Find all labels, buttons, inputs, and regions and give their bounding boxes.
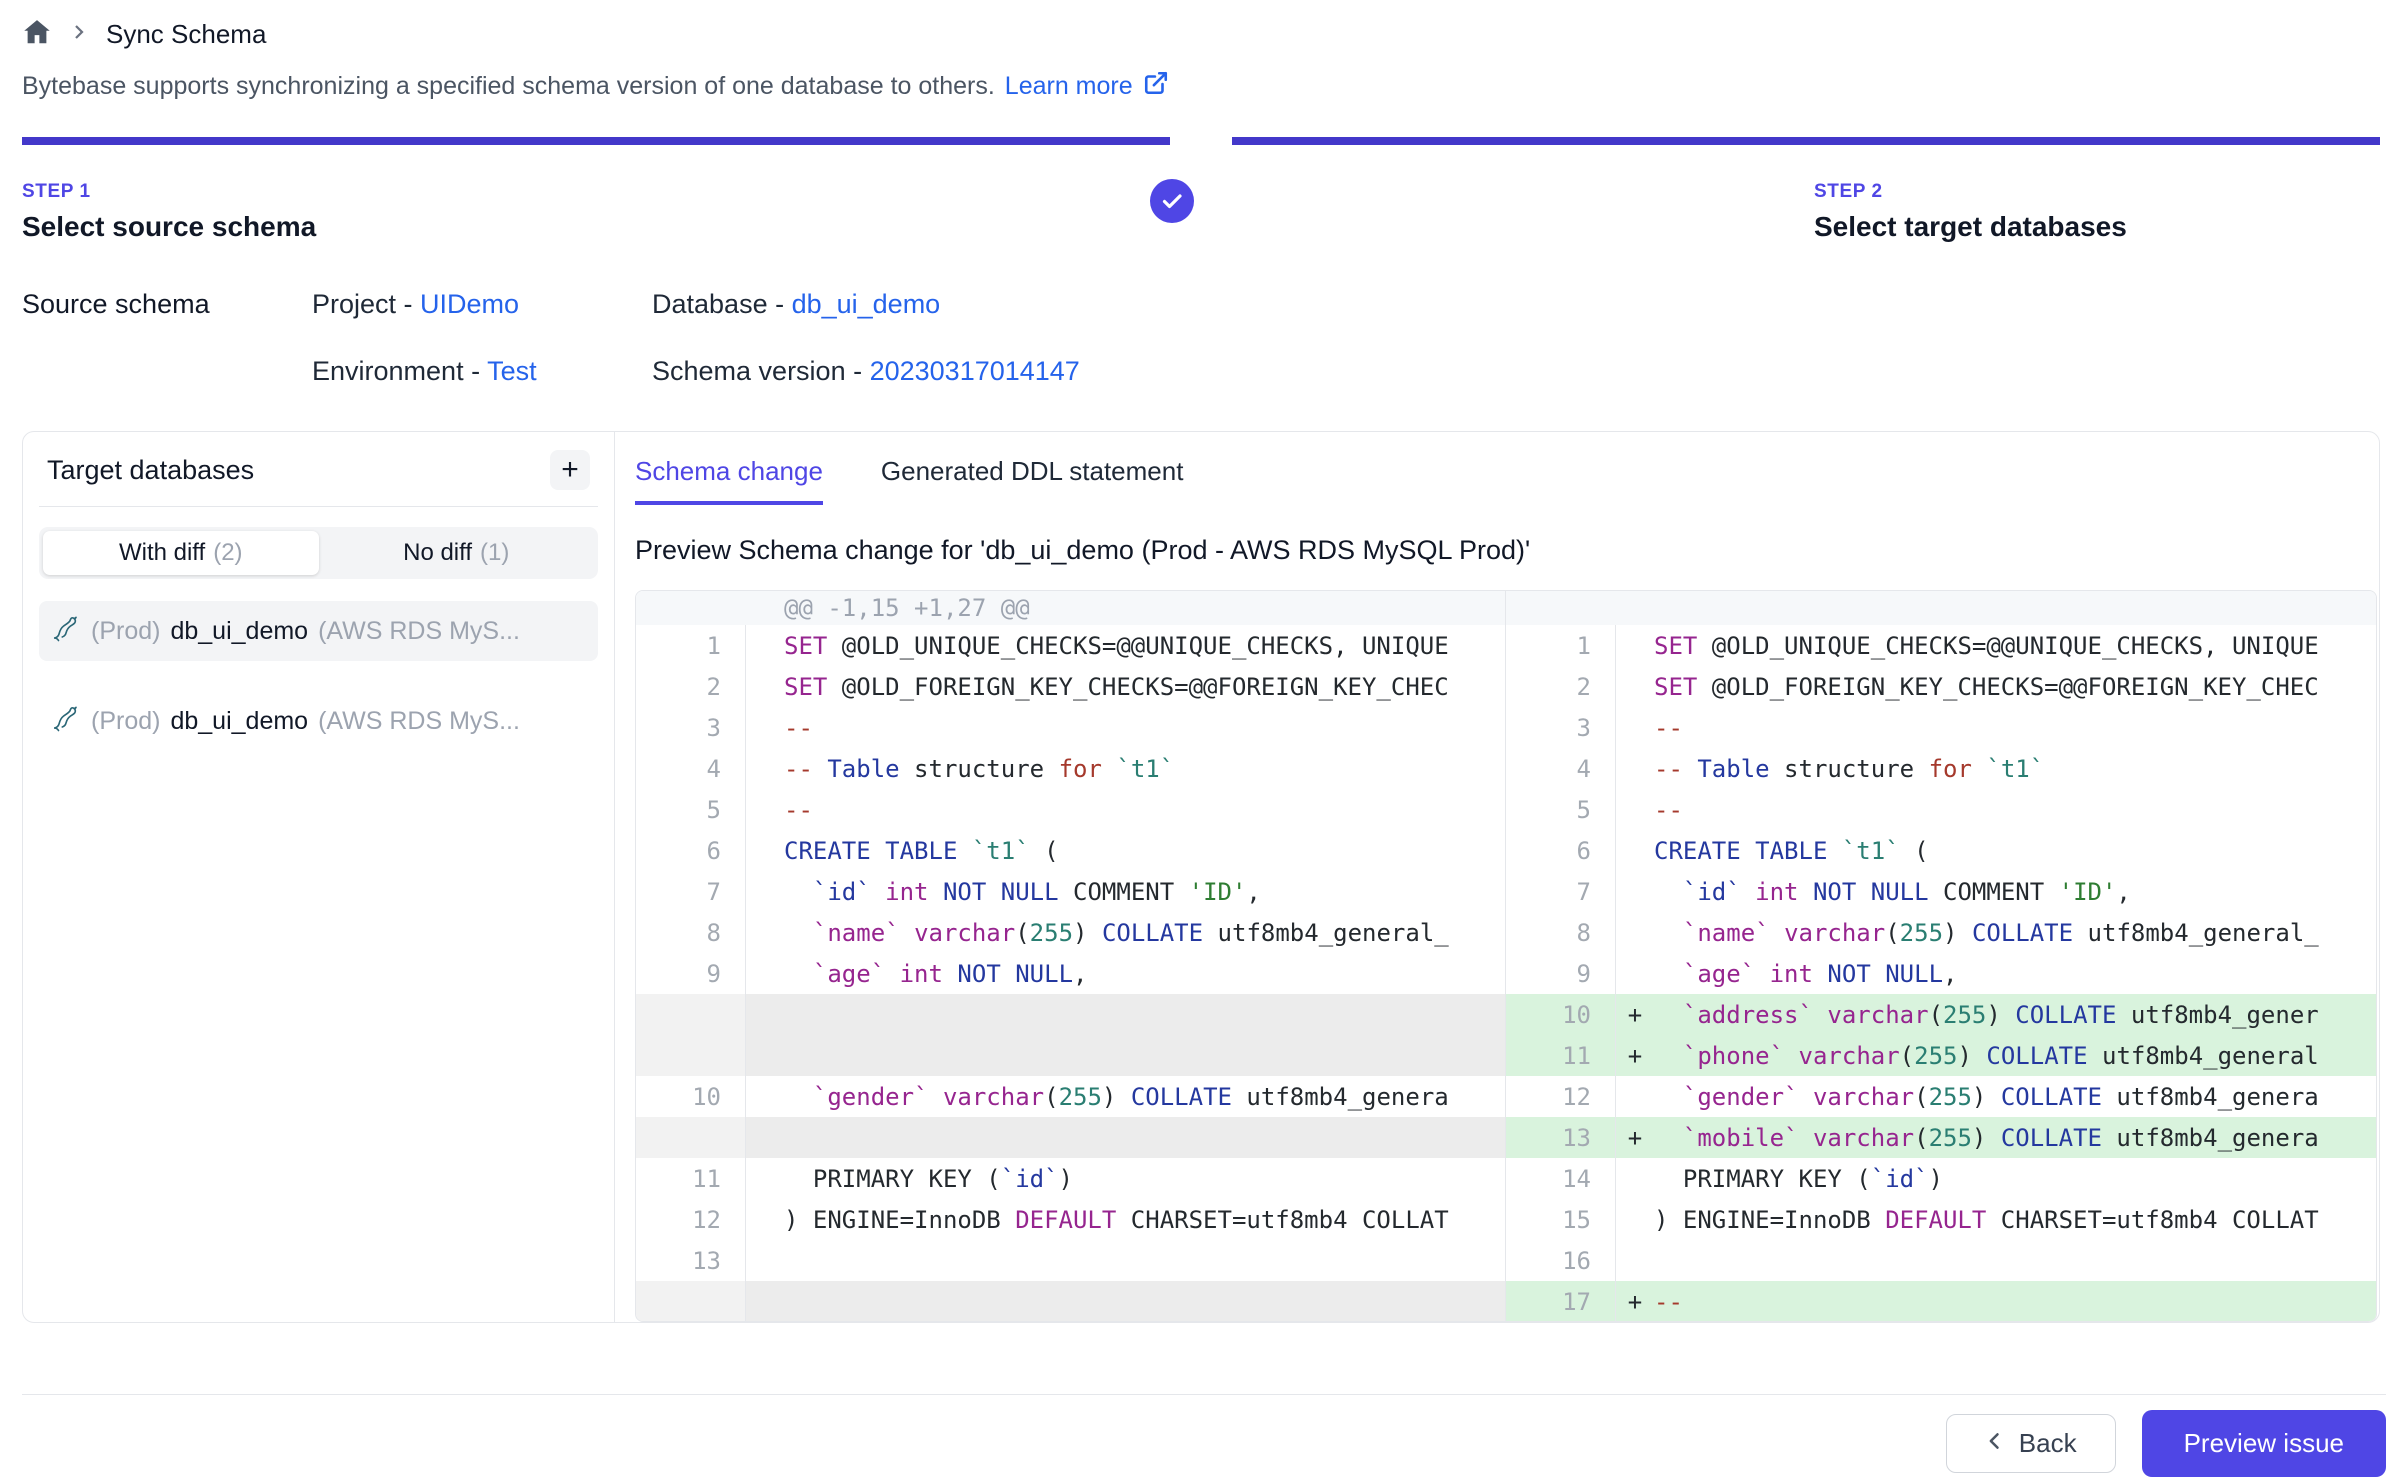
db-environment: (Prod) [91,707,160,736]
diff-row: 7 `id` int NOT NULL COMMENT 'ID', [1506,871,2376,912]
step-1: STEP 1 Select source schema [22,181,588,243]
target-database-list: (Prod) db_ui_demo (AWS RDS MyS... (Prod)… [39,601,598,751]
diff-row: 8 `name` varchar(255) COLLATE utf8mb4_ge… [636,912,1505,953]
target-database-item-2[interactable]: (Prod) db_ui_demo (AWS RDS MyS... [39,691,598,751]
project-link[interactable]: UIDemo [420,289,519,319]
diff-row: 17+-- [1506,1281,2376,1321]
db-name: db_ui_demo [170,617,308,646]
environment-field: Environment - Test [312,356,652,387]
db-instance: (AWS RDS MyS... [318,707,520,736]
diff-row: 4-- Table structure for `t1` [636,748,1505,789]
tab-generated-ddl[interactable]: Generated DDL statement [881,456,1184,505]
chevron-left-icon [1985,1428,2005,1459]
diff-row: 13 [636,1240,1505,1281]
diff-row: 6CREATE TABLE `t1` ( [1506,830,2376,871]
diff-row: 4-- Table structure for `t1` [1506,748,2376,789]
chevron-right-icon [70,23,88,46]
tab-with-diff[interactable]: With diff (2) [43,531,319,575]
diff-row: 2SET @OLD_FOREIGN_KEY_CHECKS=@@FOREIGN_K… [1506,666,2376,707]
diff-pane-target[interactable]: 1SET @OLD_UNIQUE_CHECKS=@@UNIQUE_CHECKS,… [1506,591,2376,1321]
diff-row: 16 [1506,1240,2376,1281]
target-databases-title: Target databases [47,455,254,486]
main-card: Target databases + With diff (2) No diff… [22,431,2380,1323]
breadcrumb: Sync Schema [22,14,2390,54]
steps-row: STEP 1 Select source schema STEP 2 Selec… [22,181,2380,243]
diff-pane-source[interactable]: @@ -1,15 +1,27 @@1SET @OLD_UNIQUE_CHECKS… [636,591,1506,1321]
db-environment: (Prod) [91,617,160,646]
diff-row: 14 PRIMARY KEY (`id`) [1506,1158,2376,1199]
db-name: db_ui_demo [170,707,308,736]
schema-diff-viewer: @@ -1,15 +1,27 @@1SET @OLD_UNIQUE_CHECKS… [635,590,2377,1322]
diff-row: 9 `age` int NOT NULL, [636,953,1505,994]
diff-row: 6CREATE TABLE `t1` ( [636,830,1505,871]
learn-more-link[interactable]: Learn more [1005,72,1133,101]
diff-hunk-header: @@ -1,15 +1,27 @@ [636,591,1505,625]
diff-row: 2SET @OLD_FOREIGN_KEY_CHECKS=@@FOREIGN_K… [636,666,1505,707]
preview-section: Schema change Generated DDL statement Pr… [615,432,2379,1322]
diff-row: 10 `gender` varchar(255) COLLATE utf8mb4… [636,1076,1505,1117]
diff-row: 5-- [1506,789,2376,830]
intro-text: Bytebase supports synchronizing a specif… [22,70,2390,103]
home-icon[interactable] [22,17,52,52]
diff-row [636,1117,1505,1158]
intro-description: Bytebase supports synchronizing a specif… [22,72,995,101]
diff-row [636,1281,1505,1321]
diff-row: 11+ `phone` varchar(255) COLLATE utf8mb4… [1506,1035,2376,1076]
preview-title: Preview Schema change for 'db_ui_demo (P… [635,535,2379,566]
diff-row: 13+ `mobile` varchar(255) COLLATE utf8mb… [1506,1117,2376,1158]
diff-row: 15) ENGINE=InnoDB DEFAULT CHARSET=utf8mb… [1506,1199,2376,1240]
environment-link[interactable]: Test [487,356,537,386]
diff-row [636,994,1505,1035]
mysql-icon [51,613,81,650]
page-title: Sync Schema [106,19,266,50]
step-done-check-icon [1150,179,1194,223]
step-1-title: Select source schema [22,211,588,243]
external-link-icon[interactable] [1143,70,1169,103]
diff-row: 1SET @OLD_UNIQUE_CHECKS=@@UNIQUE_CHECKS,… [1506,625,2376,666]
diff-row: 9 `age` int NOT NULL, [1506,953,2376,994]
tab-schema-change[interactable]: Schema change [635,456,823,505]
step-2-label: STEP 2 [1814,181,2380,203]
source-schema-label: Source schema [22,289,312,387]
diff-row: 3-- [1506,707,2376,748]
back-button[interactable]: Back [1946,1414,2116,1473]
preview-issue-button[interactable]: Preview issue [2142,1410,2386,1477]
diff-row: 10+ `address` varchar(255) COLLATE utf8m… [1506,994,2376,1035]
diff-row: 3-- [636,707,1505,748]
database-field: Database - db_ui_demo [652,289,1080,320]
diff-row: 11 PRIMARY KEY (`id`) [636,1158,1505,1199]
diff-filter-tabs: With diff (2) No diff (1) [39,527,598,579]
step-progress-bars [22,137,2380,145]
footer-divider [22,1394,2386,1395]
step-2: STEP 2 Select target databases [588,181,2380,243]
schema-version-field: Schema version - 20230317014147 [652,356,1080,387]
diff-row: 5-- [636,789,1505,830]
step2-progress-bar [1232,137,2380,145]
add-target-database-button[interactable]: + [550,450,590,490]
diff-row: 12 `gender` varchar(255) COLLATE utf8mb4… [1506,1076,2376,1117]
tab-no-diff[interactable]: No diff (1) [319,531,595,575]
schema-version-link[interactable]: 20230317014147 [870,356,1080,386]
diff-row: 12) ENGINE=InnoDB DEFAULT CHARSET=utf8mb… [636,1199,1505,1240]
sync-schema-page: Sync Schema Bytebase supports synchroniz… [0,0,2396,1480]
preview-tabs: Schema change Generated DDL statement [635,456,2379,505]
step1-progress-bar [22,137,1170,145]
database-link[interactable]: db_ui_demo [792,289,941,319]
diff-hunk-header [1506,591,2376,625]
step-2-title: Select target databases [1814,211,2380,243]
diff-row: 1SET @OLD_UNIQUE_CHECKS=@@UNIQUE_CHECKS,… [636,625,1505,666]
diff-row: 8 `name` varchar(255) COLLATE utf8mb4_ge… [1506,912,2376,953]
project-field: Project - UIDemo [312,289,652,320]
diff-row [636,1035,1505,1076]
diff-row: 7 `id` int NOT NULL COMMENT 'ID', [636,871,1505,912]
db-instance: (AWS RDS MyS... [318,617,520,646]
target-databases-panel: Target databases + With diff (2) No diff… [23,432,615,1322]
source-schema-summary: Source schema Project - UIDemo Database … [22,289,2390,387]
footer-actions: Back Preview issue [1946,1410,2386,1477]
mysql-icon [51,703,81,740]
step-1-label: STEP 1 [22,181,588,203]
target-database-item-1[interactable]: (Prod) db_ui_demo (AWS RDS MyS... [39,601,598,661]
